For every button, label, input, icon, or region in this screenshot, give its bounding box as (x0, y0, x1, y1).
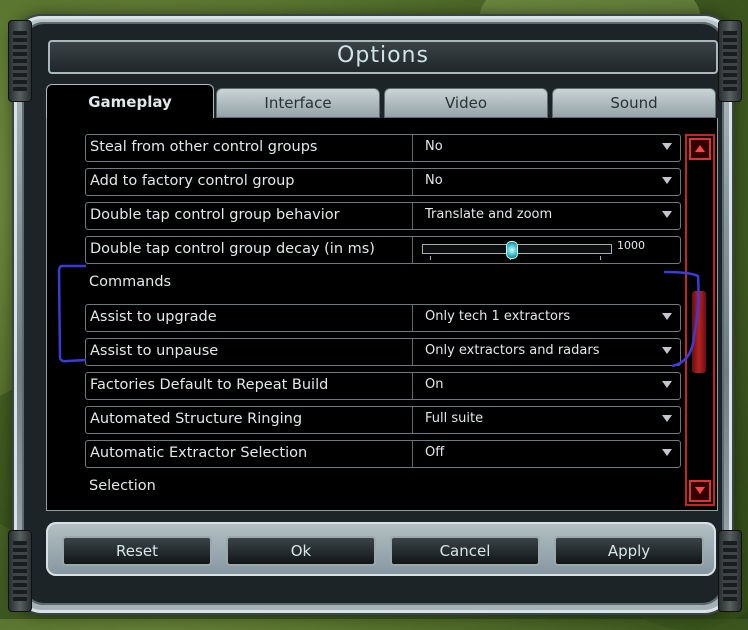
dropdown-value: No (425, 173, 443, 188)
setting-row: Steal from other control groups No (85, 134, 681, 162)
divider (412, 407, 413, 433)
section-header-selection: Selection (89, 478, 156, 494)
setting-label: Factories Default to Repeat Build (90, 377, 329, 393)
scroll-up-button[interactable] (689, 138, 711, 160)
dropdown-value: Only tech 1 extractors (425, 309, 571, 324)
chevron-down-icon (662, 381, 672, 388)
tab-interface[interactable]: Interface (216, 88, 380, 118)
divider (412, 203, 413, 229)
chevron-down-icon (662, 449, 672, 456)
frame-bracket-icon (718, 20, 742, 102)
assist-to-upgrade-dropdown[interactable]: Only tech 1 extractors (414, 305, 680, 331)
assist-to-unpause-dropdown[interactable]: Only extractors and radars (414, 339, 680, 365)
setting-row: Automatic Extractor Selection Off (85, 440, 681, 468)
dropdown-value: No (425, 139, 443, 154)
slider-handle[interactable] (506, 241, 518, 259)
annotation-bracket-left (57, 264, 87, 363)
apply-button[interactable]: Apply (554, 536, 704, 566)
dropdown-value: Translate and zoom (425, 207, 553, 222)
annotation-bracket-right (663, 270, 700, 368)
divider (412, 135, 413, 161)
dropdown-value: Full suite (425, 411, 484, 426)
chevron-down-icon (662, 177, 672, 184)
divider (412, 373, 413, 399)
tab-gameplay[interactable]: Gameplay (46, 84, 214, 119)
divider (412, 339, 413, 365)
setting-label: Automated Structure Ringing (90, 411, 303, 427)
cancel-button[interactable]: Cancel (390, 536, 540, 566)
settings-panel: Steal from other control groups No Add t… (46, 118, 718, 511)
setting-row: Double tap control group decay (in ms) 1… (85, 236, 681, 264)
extractor-selection-dropdown[interactable]: Off (414, 441, 680, 467)
chevron-down-icon (662, 211, 672, 218)
dropdown-value: Off (425, 445, 445, 460)
ok-button[interactable]: Ok (226, 536, 376, 566)
chevron-down-icon (662, 143, 672, 150)
divider (412, 169, 413, 195)
divider (412, 305, 413, 331)
tab-sound[interactable]: Sound (552, 88, 716, 118)
setting-label: Assist to upgrade (90, 309, 217, 325)
frame-bracket-icon (718, 530, 742, 612)
frame-bracket-icon (8, 530, 32, 612)
setting-row: Factories Default to Repeat Build On (85, 372, 681, 400)
setting-row: Automated Structure Ringing Full suite (85, 406, 681, 434)
setting-row: Assist to unpause Only extractors and ra… (85, 338, 681, 366)
double-tap-decay-slider[interactable] (422, 241, 612, 260)
repeat-build-dropdown[interactable]: On (414, 373, 680, 399)
button-bar: Reset Ok Cancel Apply (46, 522, 716, 576)
steal-control-groups-dropdown[interactable]: No (414, 135, 680, 161)
tab-video[interactable]: Video (384, 88, 548, 118)
setting-label: Double tap control group decay (in ms) (90, 241, 375, 257)
dialog-title: Options (48, 40, 718, 74)
chevron-down-icon (662, 415, 672, 422)
factory-control-group-dropdown[interactable]: No (414, 169, 680, 195)
setting-row: Assist to upgrade Only tech 1 extractors (85, 304, 681, 332)
dropdown-value: Only extractors and radars (425, 343, 600, 358)
setting-label: Steal from other control groups (90, 139, 318, 155)
dropdown-value: On (425, 377, 444, 392)
setting-row: Add to factory control group No (85, 168, 681, 196)
setting-label: Double tap control group behavior (90, 207, 340, 223)
reset-button[interactable]: Reset (62, 536, 212, 566)
frame-bracket-icon (8, 20, 32, 102)
slider-tick (600, 256, 601, 260)
divider (412, 441, 413, 467)
scroll-down-button[interactable] (689, 480, 711, 502)
section-header-commands: Commands (89, 274, 172, 290)
arrow-down-icon (695, 487, 705, 494)
setting-label: Add to factory control group (90, 173, 295, 189)
arrow-up-icon (695, 145, 705, 152)
divider (412, 237, 413, 263)
setting-label: Automatic Extractor Selection (90, 445, 308, 461)
tab-bar: Gameplay Interface Video Sound (46, 84, 716, 119)
structure-ringing-dropdown[interactable]: Full suite (414, 407, 680, 433)
setting-row: Double tap control group behavior Transl… (85, 202, 681, 230)
double-tap-behavior-dropdown[interactable]: Translate and zoom (414, 203, 680, 229)
slider-tick (430, 256, 431, 260)
setting-label: Assist to unpause (90, 343, 219, 359)
slider-value: 1000 (617, 239, 645, 252)
